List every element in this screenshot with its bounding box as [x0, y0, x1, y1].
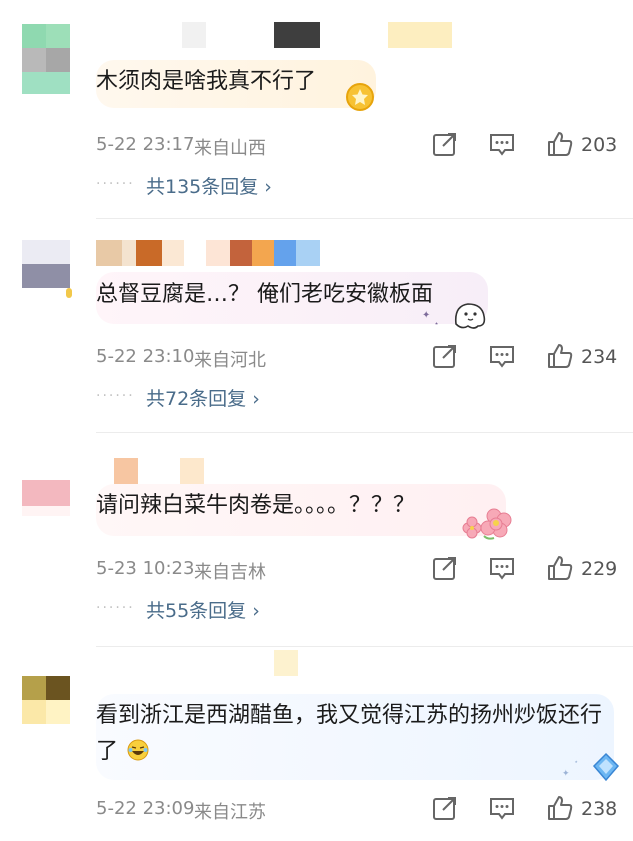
comment-text-content: 看到浙江是西湖醋鱼，我又觉得江苏的扬州炒饭还行了	[96, 703, 603, 764]
username[interactable]	[96, 240, 336, 266]
view-replies-link[interactable]: ······ 共72条回复 ›	[96, 384, 296, 410]
avatar[interactable]	[22, 240, 72, 310]
like-count[interactable]: 203	[581, 134, 617, 156]
avatar[interactable]	[22, 460, 70, 530]
reply-count-label: 共72条回复 ›	[146, 388, 260, 410]
thumbs-up-icon[interactable]	[546, 342, 574, 370]
reply-dots: ······	[96, 600, 135, 616]
comment-time: 5-22 23:09	[96, 798, 195, 819]
thumbs-up-icon[interactable]	[546, 554, 574, 582]
comment-item: 木须肉是啥我真不行了 5-22 23:17 来自山西 203 ······ 共1…	[0, 0, 633, 218]
svg-text:✦: ✦	[422, 310, 430, 321]
view-replies-link[interactable]: ······ 共135条回复 ›	[96, 172, 296, 198]
view-replies-link[interactable]: ······ 共55条回复 ›	[96, 596, 296, 622]
reply-dots: ······	[96, 176, 135, 192]
username[interactable]	[96, 22, 456, 48]
gold-medal-icon	[346, 83, 374, 111]
comment-icon[interactable]	[488, 342, 516, 370]
comment-meta: 5-22 23:09 来自江苏 238	[96, 794, 633, 824]
share-icon[interactable]	[431, 554, 459, 582]
comment-location: 来自山西	[194, 138, 266, 159]
reply-count-label: 共135条回复 ›	[146, 176, 272, 198]
share-icon[interactable]	[431, 794, 459, 822]
comment-meta: 5-23 10:23 来自吉林 229	[96, 554, 633, 584]
thumbs-up-icon[interactable]	[546, 130, 574, 158]
avatar[interactable]	[22, 676, 70, 746]
comment-text: 请问辣白菜牛肉卷是。。。。？？？	[96, 493, 416, 518]
comment-item: 总督豆腐是…？ 俺们老吃安徽板面 ✦ ⋆ 5-22 23:10 来自河北 234…	[0, 218, 633, 432]
username[interactable]	[96, 458, 216, 484]
comment-time: 5-22 23:17	[96, 134, 195, 155]
laughing-emoji-icon	[127, 739, 149, 761]
comment-location: 来自河北	[194, 350, 266, 371]
svg-text:⋆: ⋆	[434, 319, 439, 328]
comment-text: 看到浙江是西湖醋鱼，我又觉得江苏的扬州炒饭还行了	[96, 698, 616, 770]
comment-item: 请问辣白菜牛肉卷是。。。。？？？ 5-23 10:23 来自吉林 229 ···…	[0, 432, 633, 646]
comment-icon[interactable]	[488, 794, 516, 822]
comment-meta: 5-22 23:10 来自河北 234	[96, 342, 633, 372]
reply-dots: ······	[96, 388, 135, 404]
username[interactable]	[96, 650, 306, 676]
comment-item: 看到浙江是西湖醋鱼，我又觉得江苏的扬州炒饭还行了 ✦ ⋆ 5-22 23:09 …	[0, 646, 633, 841]
diamond-icon: ✦ ⋆	[562, 752, 620, 782]
svg-text:✦: ✦	[562, 769, 570, 779]
comment-text: 木须肉是啥我真不行了	[96, 69, 317, 94]
share-icon[interactable]	[431, 130, 459, 158]
comment-time: 5-23 10:23	[96, 558, 195, 579]
comment-location: 来自江苏	[194, 802, 266, 823]
like-count[interactable]: 238	[581, 798, 617, 820]
comment-icon[interactable]	[488, 554, 516, 582]
like-count[interactable]: 229	[581, 558, 617, 580]
comment-icon[interactable]	[488, 130, 516, 158]
cute-ghost-sticker-icon: ✦ ⋆	[422, 303, 486, 329]
reply-count-label: 共55条回复 ›	[146, 600, 260, 622]
like-count[interactable]: 234	[581, 346, 617, 368]
svg-text:⋆: ⋆	[574, 758, 578, 766]
comment-meta: 5-22 23:17 来自山西 203	[96, 130, 633, 160]
comment-location: 来自吉林	[194, 562, 266, 583]
share-icon[interactable]	[431, 342, 459, 370]
comment-text: 总督豆腐是…？ 俺们老吃安徽板面	[96, 282, 433, 307]
thumbs-up-icon[interactable]	[546, 794, 574, 822]
avatar[interactable]	[22, 24, 70, 94]
comment-time: 5-22 23:10	[96, 346, 195, 367]
flower-icon	[462, 508, 512, 540]
